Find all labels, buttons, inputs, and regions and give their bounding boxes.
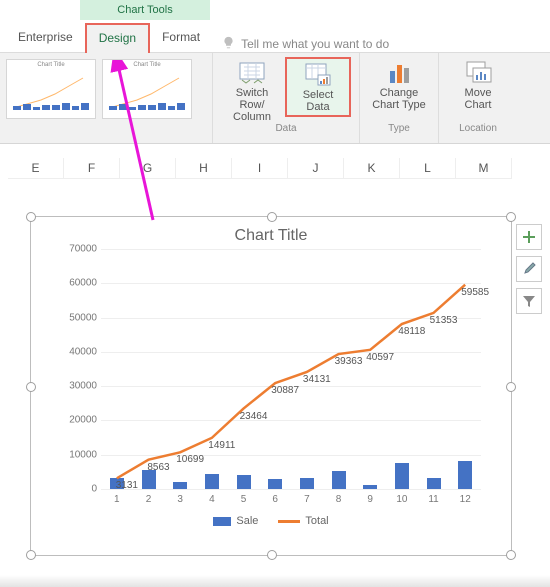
data-label: 40597 <box>366 352 394 363</box>
select-data-button[interactable]: SelectData <box>285 57 351 117</box>
column-header[interactable]: I <box>232 158 288 179</box>
y-axis-tick: 0 <box>91 484 97 495</box>
x-axis-tick: 7 <box>291 494 323 505</box>
chart-type-icon <box>385 59 413 85</box>
resize-handle[interactable] <box>267 212 277 222</box>
tell-me-placeholder: Tell me what you want to do <box>241 37 389 51</box>
x-axis-tick: 9 <box>354 494 386 505</box>
chart-plot-area[interactable]: 010000200003000040000500006000070000 313… <box>61 249 481 489</box>
x-axis-tick: 3 <box>164 494 196 505</box>
resize-handle[interactable] <box>26 550 36 560</box>
data-label: 30887 <box>271 385 299 396</box>
switch-icon <box>238 59 266 85</box>
data-label: 10699 <box>176 454 204 465</box>
data-label: 23464 <box>240 411 268 422</box>
column-header[interactable]: M <box>456 158 512 179</box>
resize-handle[interactable] <box>26 382 36 392</box>
x-axis-tick: 4 <box>196 494 228 505</box>
chart-elements-button[interactable] <box>516 224 542 250</box>
x-axis-tick: 12 <box>449 494 481 505</box>
line-series-total[interactable] <box>117 285 465 479</box>
paintbrush-icon <box>522 262 536 276</box>
y-axis-tick: 40000 <box>69 346 97 357</box>
plus-icon <box>522 230 536 244</box>
data-label: 51353 <box>430 315 458 326</box>
y-axis-tick: 50000 <box>69 312 97 323</box>
column-header[interactable]: J <box>288 158 344 179</box>
column-header[interactable]: F <box>64 158 120 179</box>
x-axis-tick: 11 <box>418 494 450 505</box>
chart-styles-group <box>0 53 212 143</box>
tell-me-search[interactable]: Tell me what you want to do <box>222 36 389 52</box>
x-axis-tick: 1 <box>101 494 133 505</box>
chart-tools-context-tab: Chart Tools <box>80 0 210 20</box>
column-header[interactable]: G <box>120 158 176 179</box>
chart-style-thumbnail-2[interactable] <box>102 59 192 119</box>
data-group-label: Data <box>275 123 296 134</box>
x-axis-tick: 2 <box>133 494 165 505</box>
column-header[interactable]: L <box>400 158 456 179</box>
data-label: 48118 <box>398 326 425 337</box>
move-chart-button[interactable]: MoveChart <box>447 57 509 113</box>
lightbulb-icon <box>222 36 235 52</box>
tab-format[interactable]: Format <box>150 24 212 52</box>
x-axis-tick: 8 <box>323 494 355 505</box>
change-chart-type-button[interactable]: ChangeChart Type <box>368 57 430 113</box>
data-label: 3131 <box>116 480 138 491</box>
chart-filters-button[interactable] <box>516 288 542 314</box>
switch-row-column-button[interactable]: Switch Row/Column <box>221 57 283 125</box>
x-axis-tick: 5 <box>228 494 260 505</box>
data-label: 14911 <box>208 440 235 451</box>
x-axis-tick: 6 <box>259 494 291 505</box>
tab-design[interactable]: Design <box>85 23 150 53</box>
y-axis-tick: 20000 <box>69 415 97 426</box>
ribbon-body: Switch Row/Column SelectData Data Change… <box>0 53 550 144</box>
worksheet-grid[interactable]: EFGHIJKLM <box>0 144 550 194</box>
legend-entry-total[interactable]: Total <box>278 515 328 527</box>
chart-legend[interactable]: Sale Total <box>31 515 511 527</box>
x-axis-tick: 10 <box>386 494 418 505</box>
resize-handle[interactable] <box>506 382 516 392</box>
legend-swatch-bar <box>213 517 231 526</box>
resize-handle[interactable] <box>26 212 36 222</box>
column-header[interactable]: H <box>176 158 232 179</box>
data-label: 34131 <box>303 374 331 385</box>
move-chart-icon <box>464 59 492 85</box>
ribbon-tabs-area: Chart Tools Enterprise Design Format Tel… <box>0 0 550 53</box>
embedded-chart[interactable]: Chart Title 0100002000030000400005000060… <box>30 216 512 556</box>
y-axis-tick: 70000 <box>69 244 97 255</box>
y-axis-tick: 60000 <box>69 278 97 289</box>
tab-enterprise[interactable]: Enterprise <box>0 24 85 52</box>
column-header[interactable]: E <box>8 158 64 179</box>
data-label: 59585 <box>461 287 489 298</box>
data-label: 39363 <box>335 356 363 367</box>
y-axis-tick: 10000 <box>69 449 97 460</box>
y-axis-tick: 30000 <box>69 381 97 392</box>
legend-entry-sale[interactable]: Sale <box>213 515 258 527</box>
select-data-icon <box>304 61 332 87</box>
chart-styles-button[interactable] <box>516 256 542 282</box>
funnel-icon <box>522 294 536 308</box>
chart-style-thumbnail-1[interactable] <box>6 59 96 119</box>
resize-handle[interactable] <box>506 550 516 560</box>
resize-handle[interactable] <box>506 212 516 222</box>
resize-handle[interactable] <box>267 550 277 560</box>
column-header[interactable]: K <box>344 158 400 179</box>
data-label: 8563 <box>147 462 169 473</box>
type-group-label: Type <box>388 123 410 134</box>
legend-swatch-line <box>278 520 300 523</box>
location-group-label: Location <box>459 123 497 134</box>
